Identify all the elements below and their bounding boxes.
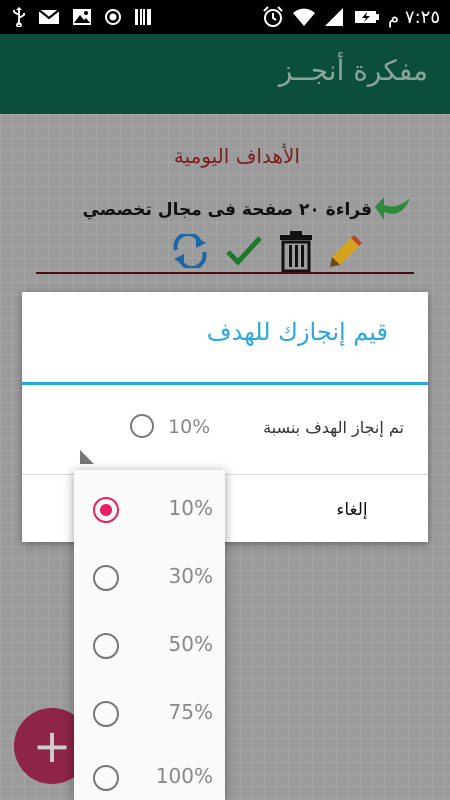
- cancel-button[interactable]: إلغاء: [292, 490, 412, 530]
- wifi-icon: [292, 7, 316, 27]
- status-time: ٧:٢٥ م: [388, 6, 440, 28]
- image-icon: [72, 8, 92, 26]
- radio-unchecked-icon[interactable]: [93, 765, 119, 791]
- status-bar: ٧:٢٥ م: [0, 0, 450, 34]
- gmail-icon: [38, 9, 60, 25]
- pencil-icon[interactable]: [328, 233, 364, 273]
- battery-charging-icon: [354, 10, 380, 24]
- section-title: الأهداف اليومية: [173, 144, 300, 168]
- goal-text: قراءة ٢٠ صفحة فى مجال تخصصي: [82, 200, 372, 220]
- goal-divider: [36, 272, 414, 274]
- status-bar-left: [12, 6, 152, 28]
- dialog-title: قيم إنجازك للهدف: [206, 318, 388, 346]
- record-icon: [104, 8, 122, 26]
- completion-spinner-value[interactable]: 10%: [168, 416, 210, 438]
- option-50[interactable]: 50%: [74, 610, 225, 678]
- radio-unchecked-icon[interactable]: [93, 701, 119, 727]
- check-icon[interactable]: [224, 234, 264, 272]
- return-arrow-icon: [374, 194, 412, 226]
- option-label: 50%: [168, 632, 213, 656]
- option-label: 100%: [155, 764, 213, 788]
- option-75[interactable]: 75%: [74, 678, 225, 746]
- radio-unchecked-icon[interactable]: [93, 633, 119, 659]
- app-bar: مفكرة أنجــز: [0, 34, 450, 114]
- spinner-radio-icon[interactable]: [130, 414, 154, 438]
- radio-checked-icon[interactable]: [93, 497, 119, 523]
- repeat-icon[interactable]: [170, 232, 210, 272]
- goal-actions: [170, 230, 364, 276]
- option-label: 30%: [168, 564, 213, 588]
- option-10[interactable]: 10%: [74, 474, 225, 542]
- option-100[interactable]: 100%: [74, 742, 225, 800]
- completion-label: تم إنجاز الهدف بنسبة: [263, 418, 404, 437]
- usb-icon: [12, 7, 26, 27]
- dialog-title-underline: [22, 382, 428, 385]
- status-bar-right: ٧:٢٥ م: [262, 6, 440, 28]
- trash-icon[interactable]: [278, 230, 314, 276]
- barcode-icon: [134, 8, 152, 26]
- percentage-dropdown: 10% 30% 50% 75% 100%: [74, 470, 225, 800]
- alarm-icon: [262, 6, 284, 28]
- app-title: مفكرة أنجــز: [278, 54, 428, 87]
- option-label: 10%: [168, 496, 213, 520]
- option-label: 75%: [168, 700, 213, 724]
- signal-icon: [324, 7, 346, 27]
- dropdown-anchor-icon: [80, 450, 94, 464]
- option-30[interactable]: 30%: [74, 542, 225, 610]
- radio-unchecked-icon[interactable]: [93, 565, 119, 591]
